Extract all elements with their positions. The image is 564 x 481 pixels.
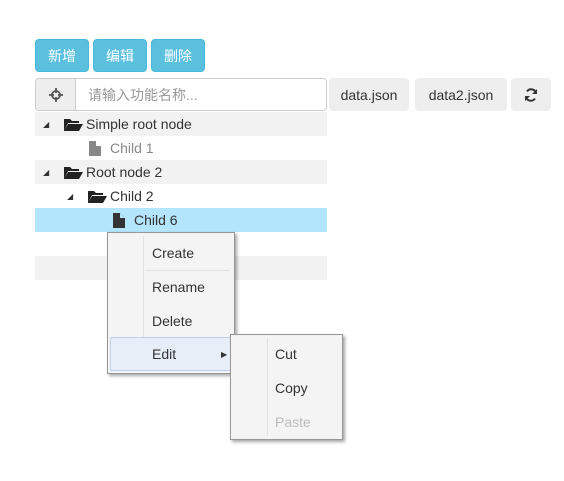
menu-item-edit[interactable]: Edit ▶ <box>110 337 232 371</box>
file-icon <box>113 212 125 228</box>
edit-submenu: Cut Copy Paste <box>230 334 343 440</box>
tree-node-child-1[interactable]: Child 1 <box>35 136 327 160</box>
tree-node-simple-root[interactable]: ◢ Simple root node <box>35 112 327 136</box>
context-menu: Create Rename Delete Edit ▶ <box>107 232 235 374</box>
folder-open-icon <box>88 189 107 203</box>
menu-item-copy[interactable]: Copy <box>233 371 340 405</box>
folder-open-icon <box>64 117 83 131</box>
tree-node-label[interactable]: Child 6 <box>134 212 178 228</box>
menu-item-delete[interactable]: Delete <box>110 304 232 338</box>
submenu-arrow-icon: ▶ <box>221 349 228 359</box>
tree-node-child-6[interactable]: Child 6 <box>35 208 327 232</box>
menu-label: Rename <box>152 279 205 295</box>
crosshair-icon[interactable] <box>36 79 76 110</box>
tree-node-label[interactable]: Child 2 <box>110 188 154 204</box>
expand-triangle-icon[interactable]: ◢ <box>67 192 73 201</box>
tree-node-label[interactable]: Root node 2 <box>86 164 162 180</box>
menu-label: Create <box>152 245 195 261</box>
delete-button[interactable]: 删除 <box>151 39 205 72</box>
tree-node-label[interactable]: Child 1 <box>110 140 154 156</box>
menu-item-create[interactable]: Create <box>110 236 232 270</box>
menu-label: Edit <box>152 346 177 362</box>
expand-triangle-icon[interactable]: ◢ <box>43 168 49 177</box>
expand-triangle-icon[interactable]: ◢ <box>43 120 49 129</box>
data-json-button[interactable]: data.json <box>329 78 409 111</box>
refresh-icon <box>525 87 537 102</box>
tree-node-label[interactable]: Simple root node <box>86 116 192 132</box>
menu-label: Cut <box>275 346 297 362</box>
menu-label: Copy <box>275 380 308 396</box>
menu-label: Delete <box>152 313 193 329</box>
data2-json-button[interactable]: data2.json <box>415 78 507 111</box>
folder-open-icon <box>64 165 83 179</box>
add-button[interactable]: 新增 <box>35 39 89 72</box>
menu-item-paste: Paste <box>233 405 340 439</box>
menu-item-cut[interactable]: Cut <box>233 337 340 371</box>
tree-node-root-2[interactable]: ◢ Root node 2 <box>35 160 327 184</box>
refresh-button[interactable] <box>511 78 551 111</box>
search-group <box>35 78 327 111</box>
tree-node-child-2[interactable]: ◢ Child 2 <box>35 184 327 208</box>
search-input[interactable] <box>76 79 326 110</box>
menu-item-rename[interactable]: Rename <box>110 270 232 304</box>
edit-button[interactable]: 编辑 <box>93 39 147 72</box>
file-icon <box>89 140 101 156</box>
menu-label: Paste <box>275 414 311 430</box>
